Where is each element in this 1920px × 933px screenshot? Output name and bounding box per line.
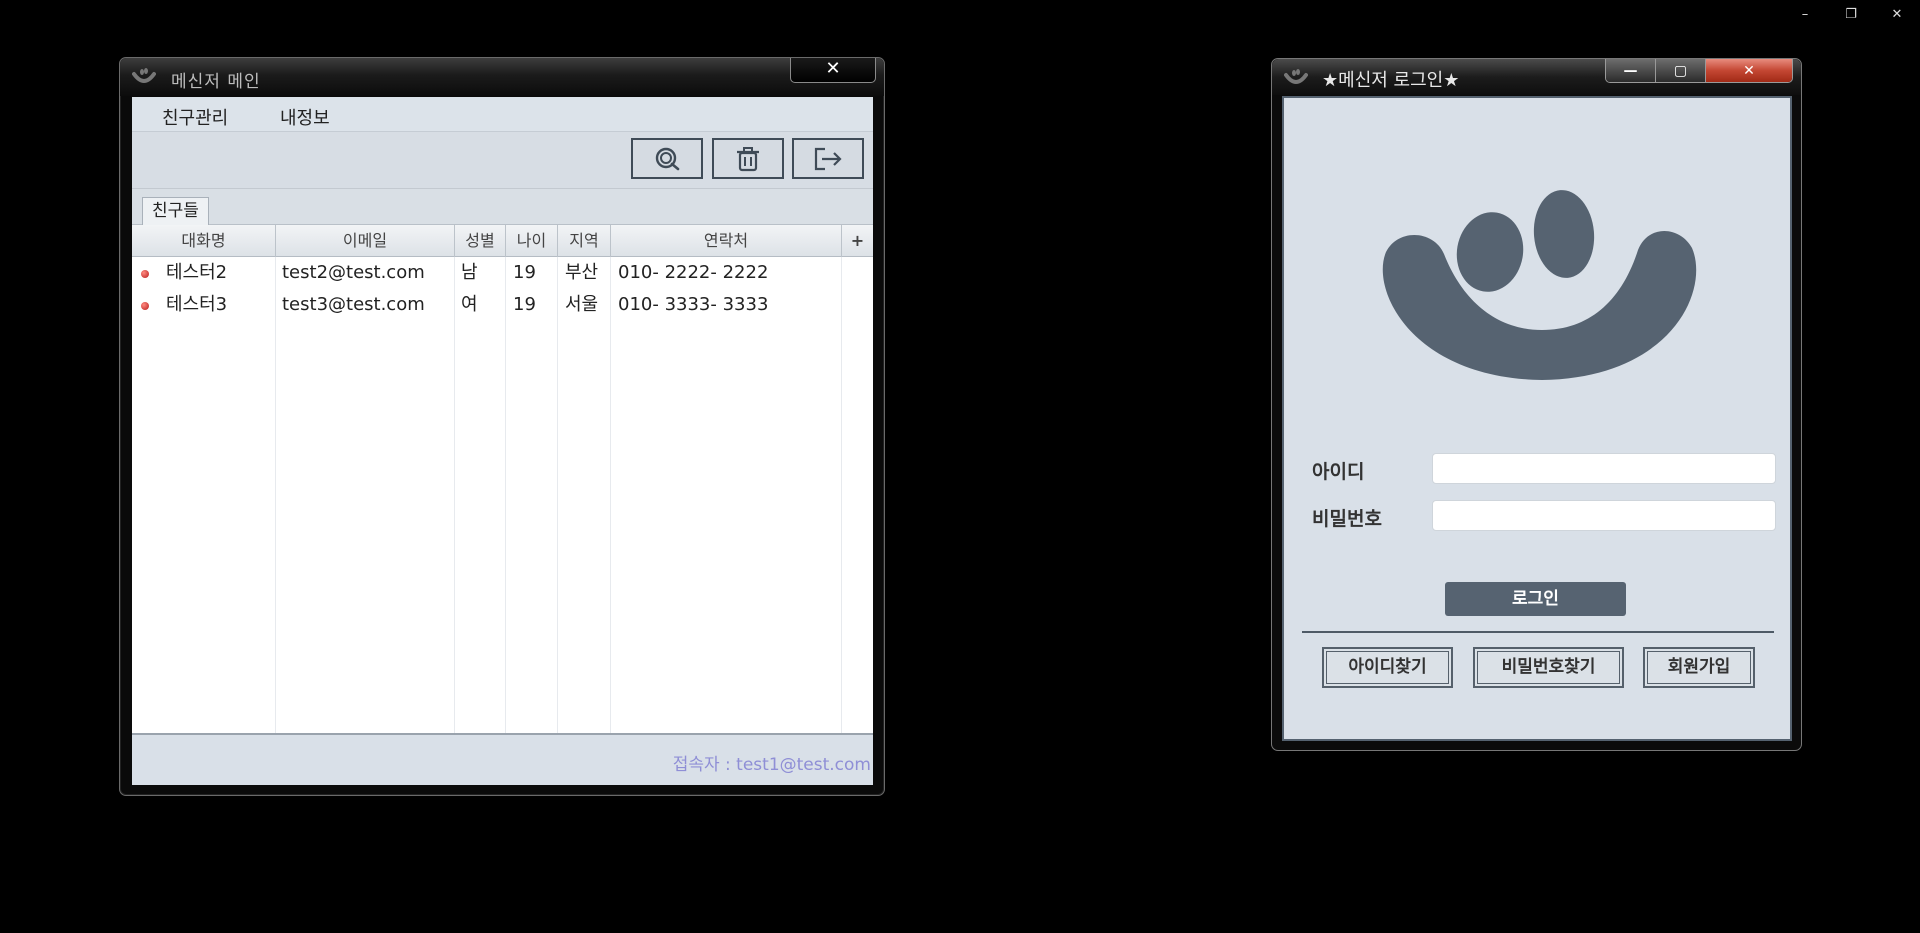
main-titlebar[interactable]: 메신저 메인 ✕ <box>120 58 884 96</box>
find-password-button[interactable]: 비밀번호찾기 <box>1473 647 1624 688</box>
minimize-button[interactable]: — <box>1606 59 1656 82</box>
signup-button[interactable]: 회원가입 <box>1643 647 1755 688</box>
menu-my-info[interactable]: 내정보 <box>280 104 330 130</box>
col-header-age[interactable]: 나이 <box>506 225 558 257</box>
col-header-gender[interactable]: 성별 <box>455 225 506 257</box>
cell-region: 서울 <box>565 294 599 315</box>
search-friend-button[interactable] <box>631 138 703 179</box>
main-window-title: 메신저 메인 <box>171 72 261 92</box>
find-id-button[interactable]: 아이디찾기 <box>1322 647 1453 688</box>
cell-age: 19 <box>513 294 536 315</box>
table-header: 대화명 이메일 성별 나이 지역 연락처 + <box>132 225 873 257</box>
logout-button[interactable] <box>792 138 864 179</box>
column-divider <box>610 257 611 733</box>
password-label: 비밀번호 <box>1312 508 1382 530</box>
host-restore-button[interactable]: ❐ <box>1828 0 1874 28</box>
cell-nickname: 테스터2 <box>166 262 228 283</box>
column-divider <box>505 257 506 733</box>
maximize-button[interactable]: ▢ <box>1656 59 1706 82</box>
toolbar <box>132 132 873 189</box>
trash-icon <box>737 146 759 171</box>
id-input[interactable] <box>1432 453 1776 484</box>
host-window-controls: – ❐ ✕ <box>1782 0 1920 28</box>
column-divider <box>557 257 558 733</box>
login-button[interactable]: 로그인 <box>1445 582 1626 616</box>
login-window-title: ★메신저 로그인★ <box>1322 70 1460 91</box>
status-dot-icon <box>141 302 149 310</box>
login-titlebar[interactable]: ★메신저 로그인★ — ▢ ✕ <box>1272 59 1801 95</box>
menubar: 친구관리 내정보 <box>132 97 873 132</box>
logout-icon <box>814 147 842 170</box>
host-close-button[interactable]: ✕ <box>1874 0 1920 28</box>
cell-age: 19 <box>513 262 536 283</box>
cell-gender: 남 <box>461 262 478 283</box>
cell-gender: 여 <box>461 294 478 315</box>
smiley-logo-icon <box>1382 190 1697 380</box>
cell-nickname: 테스터3 <box>166 294 228 315</box>
app-logo-icon <box>1284 69 1308 84</box>
delete-friend-button[interactable] <box>712 138 784 179</box>
login-window: ★메신저 로그인★ — ▢ ✕ 아이디 비밀번호 로그인 아이디찾기 비밀번호찾… <box>1271 58 1802 751</box>
main-client-area: 친구관리 내정보 친구들 대화명 이메일 성별 나이 지역 연락처 + 테스터2… <box>132 97 873 785</box>
menu-friend-manage[interactable]: 친구관리 <box>162 104 228 130</box>
main-close-button[interactable]: ✕ <box>790 58 876 83</box>
col-header-phone[interactable]: 연락처 <box>611 225 842 257</box>
tab-friends[interactable]: 친구들 <box>142 197 209 226</box>
column-control-button[interactable]: + <box>842 225 873 257</box>
password-input[interactable] <box>1432 500 1776 531</box>
table-row[interactable]: 테스터3 test3@test.com 여 19 서울 010- 3333- 3… <box>132 289 873 321</box>
table-row[interactable]: 테스터2 test2@test.com 남 19 부산 010- 2222- 2… <box>132 257 873 289</box>
cell-email: test3@test.com <box>282 294 425 315</box>
caption-buttons: — ▢ ✕ <box>1605 59 1793 83</box>
search-icon <box>655 147 680 170</box>
cell-region: 부산 <box>565 262 599 283</box>
host-minimize-button[interactable]: – <box>1782 0 1828 28</box>
col-header-region[interactable]: 지역 <box>558 225 611 257</box>
logged-in-user-status: 접속자 : test1@test.com <box>672 755 871 775</box>
messenger-main-window: 메신저 메인 ✕ 친구관리 내정보 친구들 대화명 이메일 성별 나이 지역 연… <box>119 57 885 796</box>
divider <box>1302 631 1774 633</box>
column-divider <box>275 257 276 733</box>
status-dot-icon <box>141 270 149 278</box>
cell-email: test2@test.com <box>282 262 425 283</box>
app-logo-icon <box>132 68 156 83</box>
col-header-nickname[interactable]: 대화명 <box>132 225 276 257</box>
close-button[interactable]: ✕ <box>1706 59 1792 82</box>
cell-phone: 010- 3333- 3333 <box>618 294 769 315</box>
col-header-email[interactable]: 이메일 <box>276 225 455 257</box>
column-divider <box>841 257 842 733</box>
id-label: 아이디 <box>1312 461 1365 483</box>
friends-table: 대화명 이메일 성별 나이 지역 연락처 + 테스터2 test2@test.c… <box>132 225 873 733</box>
column-divider <box>454 257 455 733</box>
status-bar: 접속자 : test1@test.com <box>132 733 873 785</box>
login-client-area: 아이디 비밀번호 로그인 아이디찾기 비밀번호찾기 회원가입 <box>1282 96 1792 741</box>
cell-phone: 010- 2222- 2222 <box>618 262 769 283</box>
tab-strip: 친구들 <box>132 189 873 226</box>
